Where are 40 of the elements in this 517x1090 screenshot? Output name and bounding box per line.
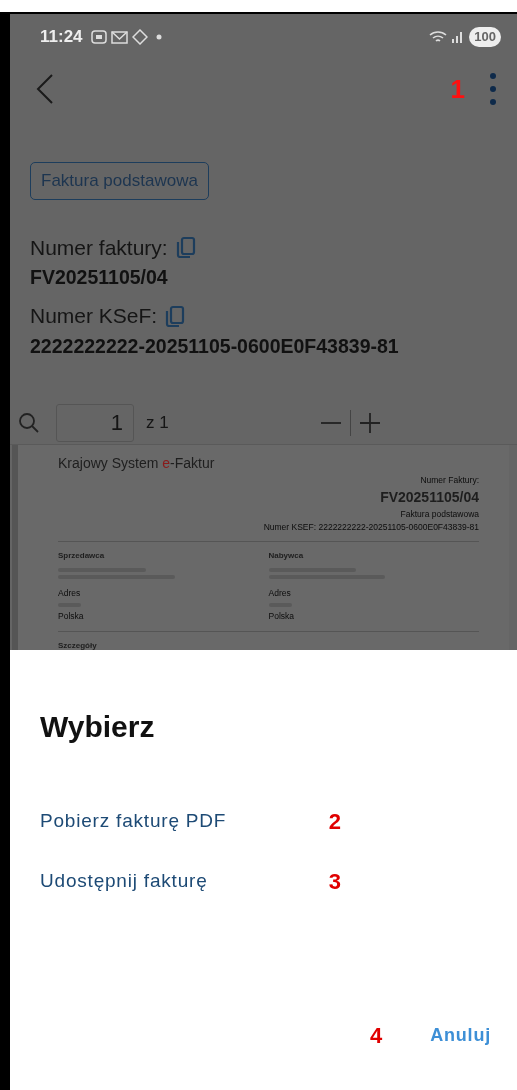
document-brand: Krajowy System e-Faktur — [58, 454, 216, 473]
annotation-number: 3 — [328, 867, 341, 896]
address-label: Adres — [58, 587, 82, 600]
copy-icon[interactable] — [175, 236, 196, 259]
mail-icon — [110, 30, 128, 44]
ksef-number: 2222222222-20251105-0600E0F43839-81 — [30, 333, 399, 359]
invoice-number: FV20251105/04 — [30, 265, 168, 290]
party-heading: Nabywca — [268, 550, 305, 563]
screenshot-icon — [90, 30, 107, 44]
menu-option[interactable]: Udostępnij fakturę — [40, 866, 208, 896]
wifi-icon — [429, 30, 448, 44]
annotation-number: 2 — [328, 807, 341, 836]
more-menu-icon[interactable] — [489, 72, 497, 106]
annotation-number: 4 — [369, 1022, 383, 1050]
cancel-button[interactable]: Anuluj — [430, 1022, 491, 1049]
document-ksef: Numer KSEF: 2222222222-20251105-0600E0F43839-81 — [262, 520, 479, 534]
diamond-icon — [131, 29, 148, 45]
back-icon[interactable] — [36, 73, 54, 105]
search-icon[interactable] — [18, 411, 40, 434]
country-text: Polska — [268, 610, 295, 623]
copy-icon[interactable] — [165, 305, 186, 327]
zoom-in-icon[interactable] — [359, 411, 381, 434]
label-text: Numer faktury: — [30, 234, 168, 261]
address-label: Adres — [268, 587, 292, 600]
dot-icon — [155, 34, 162, 40]
sheet-title: Wybierz — [40, 709, 156, 745]
page-total: z 1 — [146, 411, 169, 434]
annotation-number: 1 — [450, 72, 465, 106]
battery-level: 100 — [469, 27, 501, 47]
party-heading: Sprzedawca — [58, 550, 106, 563]
status-time: 11:24 — [40, 26, 83, 49]
document-label: Numer Faktury: — [419, 474, 479, 487]
country-text: Polska — [58, 610, 85, 623]
label-text: Numer KSeF: — [30, 303, 158, 330]
page-number-field[interactable]: 1 — [56, 403, 134, 442]
menu-option[interactable]: Pobierz fakturę PDF — [40, 806, 227, 836]
document-type: Faktura podstawowa — [399, 507, 479, 521]
document-number: FV20251105/04 — [379, 487, 479, 507]
section-heading: Szczegóły — [58, 639, 98, 650]
invoice-type-chip[interactable]: Faktura podstawowa — [30, 162, 209, 200]
